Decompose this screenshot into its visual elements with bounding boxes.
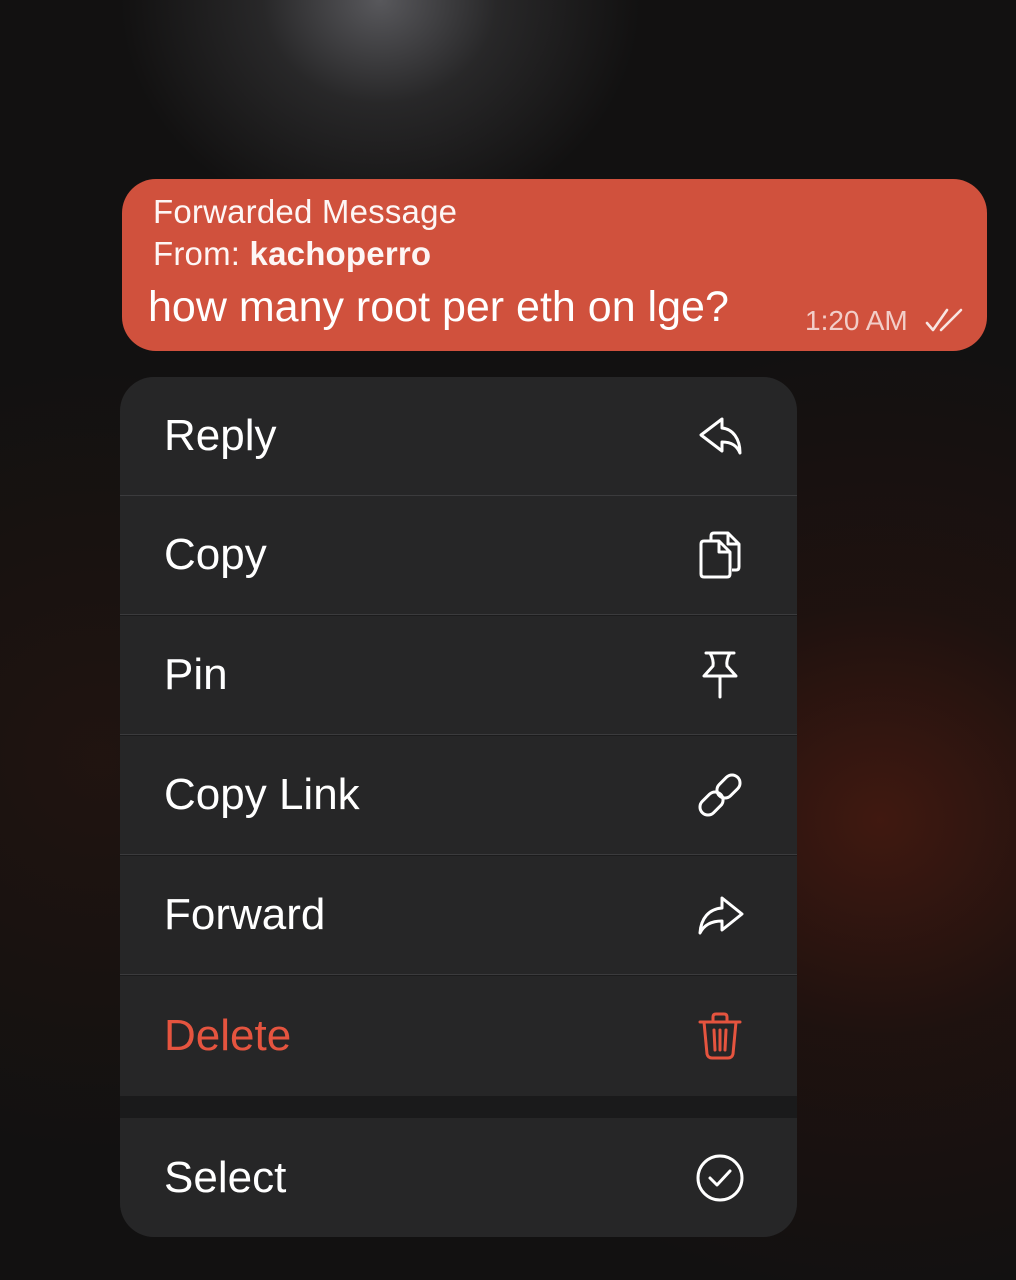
- menu-item-delete[interactable]: Delete: [120, 976, 797, 1096]
- trash-icon: [692, 1008, 748, 1064]
- menu-item-pin[interactable]: Pin: [120, 616, 797, 735]
- menu-item-label: Forward: [164, 890, 326, 939]
- menu-item-forward[interactable]: Forward: [120, 856, 797, 975]
- copy-icon: [692, 527, 748, 583]
- double-check-icon: [925, 308, 963, 332]
- context-menu: Reply Copy Pin Copy Link Forward Delete …: [120, 377, 797, 1237]
- forward-icon: [692, 887, 748, 943]
- menu-group-separator: [120, 1096, 797, 1118]
- menu-item-label: Copy Link: [164, 770, 360, 819]
- menu-item-reply[interactable]: Reply: [120, 377, 797, 496]
- from-prefix: From:: [153, 235, 250, 272]
- message-text: how many root per eth on lge?: [148, 283, 729, 331]
- menu-item-copy-link[interactable]: Copy Link: [120, 736, 797, 855]
- pin-icon: [692, 647, 748, 703]
- message-bubble[interactable]: Forwarded Message From: kachoperro how m…: [122, 179, 987, 351]
- menu-item-label: Copy: [164, 530, 267, 579]
- reply-icon: [692, 408, 748, 464]
- menu-item-label: Pin: [164, 650, 228, 699]
- menu-item-label: Delete: [164, 1011, 292, 1060]
- check-circle-icon: [692, 1150, 748, 1206]
- forwarded-header: Forwarded Message: [153, 193, 458, 230]
- menu-item-select[interactable]: Select: [120, 1118, 797, 1237]
- link-icon: [692, 767, 748, 823]
- menu-item-label: Reply: [164, 411, 277, 460]
- forwarded-from[interactable]: From: kachoperro: [153, 235, 431, 273]
- menu-item-label: Select: [164, 1152, 287, 1202]
- message-time: 1:20 AM: [805, 305, 908, 336]
- forwarded-sender[interactable]: kachoperro: [250, 235, 432, 272]
- menu-item-copy[interactable]: Copy: [120, 496, 797, 615]
